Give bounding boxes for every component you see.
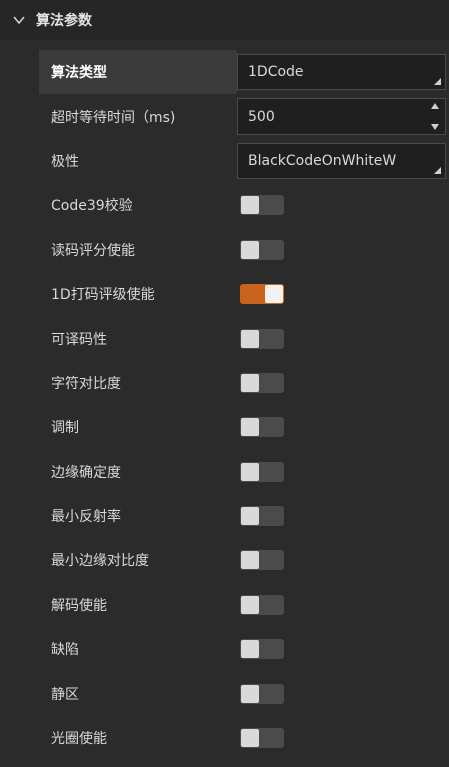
- param-dropdown[interactable]: 1DCode: [237, 54, 446, 91]
- toggle-knob: [241, 373, 259, 392]
- param-row[interactable]: 光圈使能: [39, 716, 449, 760]
- param-control: [237, 361, 449, 405]
- toggle-knob: [241, 729, 259, 748]
- param-row[interactable]: 解码使能: [39, 583, 449, 627]
- dropdown-corner-icon: [434, 78, 441, 86]
- param-control: 1DCode: [237, 50, 449, 95]
- toggle-knob: [241, 418, 259, 437]
- param-control: [237, 450, 449, 494]
- param-control: [237, 405, 449, 449]
- param-toggle[interactable]: [240, 461, 284, 482]
- param-label: 缺陷: [51, 642, 79, 659]
- param-row[interactable]: 字符对比度: [39, 361, 449, 405]
- toggle-knob: [241, 551, 259, 570]
- param-label: 读码评分使能: [51, 242, 135, 259]
- toggle-knob: [241, 684, 259, 703]
- toggle-knob: [241, 462, 259, 481]
- param-row[interactable]: 缺陷: [39, 627, 449, 671]
- param-control: [237, 494, 449, 538]
- param-row[interactable]: 调制: [39, 405, 449, 449]
- param-control: [237, 583, 449, 627]
- algorithm-params-panel: 算法参数 算法类型 1DCode 超时等待时间（ms) 500 极性 BlackCodeO…: [0, 0, 449, 767]
- increment-arrow-icon[interactable]: [431, 103, 439, 110]
- param-toggle[interactable]: [240, 639, 284, 660]
- param-toggle[interactable]: [240, 372, 284, 393]
- param-control: [237, 671, 449, 715]
- param-label: 调制: [51, 420, 79, 437]
- param-label: 可译码性: [51, 331, 107, 348]
- param-label: 解码使能: [51, 597, 107, 614]
- param-control: [237, 272, 449, 316]
- param-label: 静区: [51, 686, 79, 703]
- param-control: BlackCodeOnWhiteW: [237, 139, 449, 183]
- param-row[interactable]: 读码评分使能: [39, 228, 449, 272]
- param-control: [237, 183, 449, 227]
- param-toggle[interactable]: [240, 417, 284, 438]
- param-toggle[interactable]: [240, 683, 284, 704]
- param-label: 边缘确定度: [51, 464, 121, 481]
- param-number-input[interactable]: 500: [237, 98, 446, 135]
- param-toggle[interactable]: [240, 728, 284, 749]
- param-label: Code39校验: [51, 198, 133, 215]
- param-label: 最小边缘对比度: [51, 553, 149, 570]
- toggle-knob: [241, 240, 259, 259]
- section-header[interactable]: 算法参数: [0, 0, 449, 40]
- param-toggle[interactable]: [240, 195, 284, 216]
- param-label: 算法类型: [51, 65, 107, 82]
- param-toggle[interactable]: [240, 550, 284, 571]
- toggle-knob: [241, 507, 259, 526]
- param-label: 字符对比度: [51, 375, 121, 392]
- param-row[interactable]: 最小反射率: [39, 494, 449, 538]
- param-label: 超时等待时间（ms): [51, 109, 176, 126]
- param-value: 500: [248, 108, 275, 125]
- param-dropdown[interactable]: BlackCodeOnWhiteW: [237, 142, 446, 180]
- param-control: [237, 316, 449, 360]
- param-value: BlackCodeOnWhiteW: [248, 152, 397, 169]
- param-row[interactable]: 1D打码评级使能: [39, 272, 449, 316]
- toggle-knob: [241, 640, 259, 659]
- param-control: 500: [237, 94, 449, 138]
- param-row[interactable]: 极性 BlackCodeOnWhiteW: [39, 139, 449, 183]
- param-row[interactable]: 最小边缘对比度: [39, 538, 449, 582]
- chevron-down-icon[interactable]: [12, 13, 26, 27]
- param-label: 1D打码评级使能: [51, 287, 155, 304]
- section-title: 算法参数: [36, 13, 92, 29]
- toggle-knob: [241, 329, 259, 348]
- dropdown-corner-icon: [434, 167, 441, 175]
- param-row[interactable]: 超时等待时间（ms) 500: [39, 94, 449, 138]
- toggle-knob: [241, 196, 259, 215]
- param-label: 极性: [51, 153, 79, 170]
- param-row[interactable]: 静区: [39, 671, 449, 715]
- param-row[interactable]: 边缘确定度: [39, 450, 449, 494]
- param-control: [237, 716, 449, 760]
- param-toggle[interactable]: [240, 506, 284, 527]
- param-row[interactable]: Code39校验: [39, 183, 449, 227]
- toggle-knob: [265, 285, 283, 304]
- spinner-arrows-icon[interactable]: [431, 103, 439, 130]
- param-control: [237, 627, 449, 671]
- param-toggle[interactable]: [240, 328, 284, 349]
- param-control: [237, 538, 449, 582]
- param-label: 光圈使能: [51, 731, 107, 748]
- decrement-arrow-icon[interactable]: [431, 123, 439, 130]
- param-value: 1DCode: [248, 64, 304, 81]
- param-control: [237, 228, 449, 272]
- param-toggle[interactable]: [240, 239, 284, 260]
- param-row[interactable]: 算法类型 1DCode: [39, 50, 449, 95]
- param-toggle[interactable]: [240, 594, 284, 615]
- params-list: 算法类型 1DCode 超时等待时间（ms) 500 极性 BlackCodeOnWhit…: [39, 50, 449, 760]
- param-toggle[interactable]: [240, 284, 284, 305]
- toggle-knob: [241, 595, 259, 614]
- param-row[interactable]: 可译码性: [39, 316, 449, 360]
- param-label: 最小反射率: [51, 509, 121, 526]
